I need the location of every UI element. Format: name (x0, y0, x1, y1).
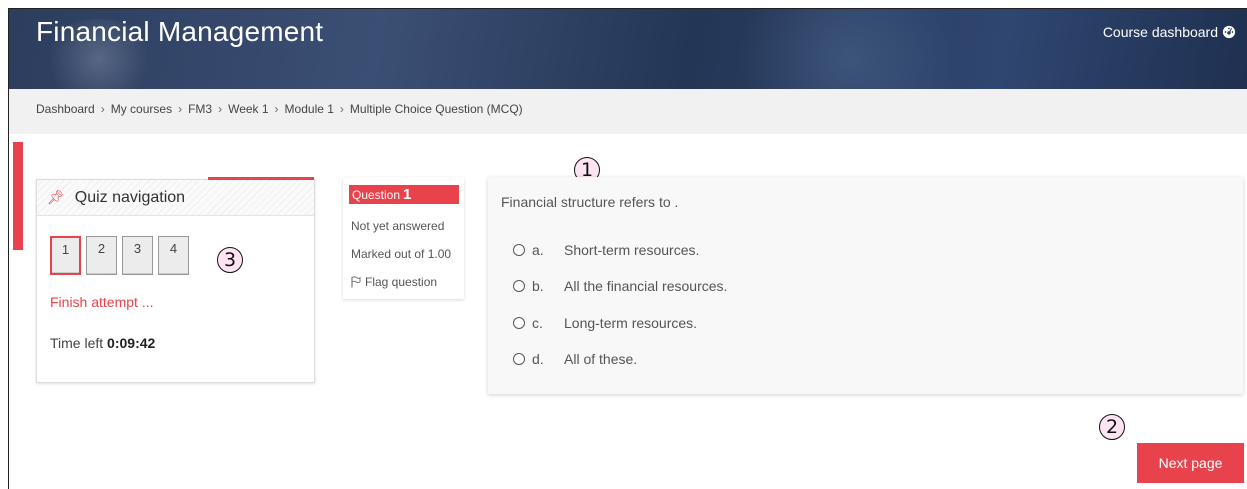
question-button-1[interactable]: 1 (50, 236, 81, 275)
answer-option-c[interactable]: c. Long-term resources. (513, 315, 697, 331)
pin-icon[interactable]: 📌︎ (47, 189, 65, 206)
breadcrumb-week[interactable]: Week 1 (228, 102, 268, 116)
callout-3: 3 (217, 247, 243, 273)
question-button-4[interactable]: 4 (158, 236, 189, 275)
flag-question-label: Flag question (365, 275, 438, 289)
callout-2: 2 (1099, 414, 1125, 440)
answer-option-a[interactable]: a. Short-term resources. (513, 242, 699, 258)
answer-letter: d. (532, 351, 544, 367)
flag-icon (351, 276, 361, 288)
question-label: Question (352, 188, 401, 202)
finish-attempt-link[interactable]: Finish attempt ... (50, 294, 153, 310)
breadcrumb-module[interactable]: Module 1 (285, 102, 334, 116)
question-info-panel: Question 1 Not yet answered Marked out of… (343, 177, 464, 299)
quiz-navigation-block: 📌︎ Quiz navigation 1 2 3 4 Finish attemp… (36, 177, 315, 383)
breadcrumb-bar: Dashboard › My courses › FM3 › Week 1 › … (9, 89, 1247, 134)
breadcrumb-separator: › (218, 102, 223, 116)
answer-text: All the financial resources. (564, 278, 728, 294)
question-text: Financial structure refers to . (501, 194, 679, 210)
quiz-navigation-title: Quiz navigation (74, 188, 186, 206)
course-title: Financial Management (36, 16, 324, 47)
breadcrumb-separator: › (339, 102, 344, 116)
answer-letter: c. (532, 315, 543, 331)
breadcrumb-course[interactable]: FM3 (188, 102, 212, 116)
radio-button[interactable] (513, 244, 525, 256)
breadcrumb-quiz[interactable]: Multiple Choice Question (MCQ) (350, 102, 523, 116)
question-marks: Marked out of 1.00 (351, 247, 452, 261)
breadcrumb-separator: › (178, 102, 183, 116)
question-content-panel: Financial structure refers to . a. Short… (488, 177, 1243, 394)
question-number: 1 (403, 186, 412, 203)
breadcrumb: Dashboard › My courses › FM3 › Week 1 › … (36, 102, 523, 116)
block-accent-bar (208, 177, 314, 180)
course-dashboard-link[interactable]: Course dashboard (1103, 24, 1236, 40)
breadcrumb-separator: › (100, 102, 105, 116)
radio-button[interactable] (513, 280, 525, 292)
answer-text: Long-term resources. (564, 315, 698, 331)
course-dashboard-label: Course dashboard (1102, 24, 1218, 40)
next-page-button[interactable]: Next page (1137, 443, 1244, 483)
radio-button[interactable] (513, 353, 525, 365)
breadcrumb-separator: › (274, 102, 279, 116)
answer-letter: b. (532, 278, 544, 294)
question-buttons: 1 2 3 4 (50, 236, 189, 275)
answer-option-b[interactable]: b. All the financial resources. (513, 278, 727, 294)
drawer-toggle-tab[interactable] (13, 142, 23, 250)
flag-question-toggle[interactable]: Flag question (351, 275, 437, 289)
radio-button[interactable] (513, 317, 525, 329)
question-number-badge: Question 1 (349, 185, 459, 204)
quiz-navigation-header: 📌︎ Quiz navigation (37, 180, 314, 216)
breadcrumb-dashboard[interactable]: Dashboard (36, 102, 95, 116)
breadcrumb-my-courses[interactable]: My courses (111, 102, 172, 116)
page-frame: Financial Management Course dashboard Da… (8, 8, 1247, 489)
course-banner: Financial Management Course dashboard (9, 9, 1247, 89)
answer-option-d[interactable]: d. All of these. (513, 351, 637, 367)
question-state: Not yet answered (351, 219, 445, 233)
answer-letter: a. (532, 242, 544, 258)
time-left-value: 0:09:42 (107, 335, 156, 351)
time-left-label: Time left (50, 335, 104, 351)
answer-text: All of these. (564, 351, 638, 367)
answer-text: Short-term resources. (564, 242, 700, 258)
question-button-3[interactable]: 3 (122, 236, 153, 275)
time-left: Time left 0:09:42 (50, 335, 155, 351)
question-button-2[interactable]: 2 (86, 236, 117, 275)
dashboard-gauge-icon (1222, 25, 1236, 39)
